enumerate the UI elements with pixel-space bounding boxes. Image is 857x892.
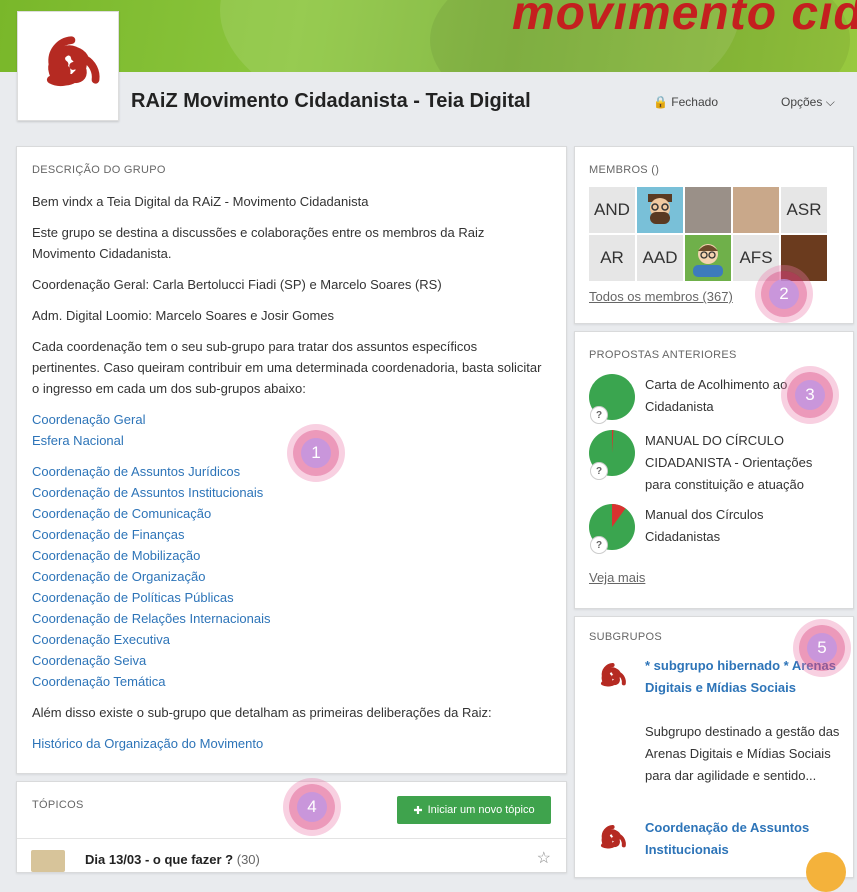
subgroup-link[interactable]: Coordenação Temática bbox=[32, 671, 542, 692]
topic-comment-count: (30) bbox=[236, 852, 260, 867]
lock-icon: 🔒 bbox=[653, 95, 668, 109]
annotation-marker-partial bbox=[806, 852, 846, 892]
subgroup-link[interactable]: Coordenação de Relações Internacionais bbox=[32, 608, 542, 629]
description-heading: DESCRIÇÃO DO GRUPO bbox=[32, 164, 166, 176]
see-more-link[interactable]: Veja mais bbox=[589, 570, 645, 585]
new-topic-label: Iniciar um novo tópico bbox=[427, 804, 535, 816]
group-description-card: DESCRIÇÃO DO GRUPO Bem vindx a Teia Digi… bbox=[16, 146, 567, 774]
annotation-marker: 5 bbox=[799, 625, 845, 671]
proposal-title[interactable]: MANUAL DO CÍRCULO CIDADANISTA - Orientaç… bbox=[645, 430, 835, 496]
subgroup-link[interactable]: Coordenação de Organização bbox=[32, 566, 542, 587]
topics-heading: TÓPICOS bbox=[32, 799, 84, 811]
subgroup-link[interactable]: Coordenação de Políticas Públicas bbox=[32, 587, 542, 608]
members-heading: MEMBROS () bbox=[589, 164, 660, 176]
description-paragraph: Este grupo se destina a discussões e col… bbox=[32, 225, 485, 261]
description-paragraph: Coordenação Geral: Carla Bertolucci Fiad… bbox=[32, 277, 442, 292]
description-paragraph: Bem vindx a Teia Digital da RAiZ - Movim… bbox=[32, 194, 369, 209]
avatar[interactable]: AND bbox=[589, 187, 635, 233]
avatar[interactable]: AAD bbox=[637, 235, 683, 281]
annotation-number: 3 bbox=[795, 380, 825, 410]
avatar[interactable] bbox=[685, 187, 731, 233]
chevron-down-icon: ⌵ bbox=[825, 95, 835, 109]
triskelion-logo-icon bbox=[601, 663, 626, 687]
group-cover-banner: movimento cid bbox=[0, 0, 857, 72]
avatar[interactable] bbox=[733, 187, 779, 233]
annotation-marker: 3 bbox=[787, 372, 833, 418]
member-avatar-grid: AND ASR AR AAD AFS bbox=[589, 187, 833, 281]
unknown-vote-badge: ? bbox=[590, 406, 608, 424]
annotation-marker: 4 bbox=[289, 784, 335, 830]
proposal-pie-chart: ? bbox=[589, 374, 635, 424]
proposal-title[interactable]: Manual dos Círculos Cidadanistas bbox=[645, 504, 835, 548]
annotation-number: 5 bbox=[807, 633, 837, 663]
topic-title-text: Dia 13/03 - o que fazer ? bbox=[85, 852, 234, 867]
members-card: MEMBROS () AND ASR AR AAD AFS Todos os m… bbox=[574, 146, 854, 324]
triskelion-logo-icon bbox=[46, 36, 100, 87]
plus-icon: ✚ bbox=[413, 804, 423, 817]
avatar[interactable] bbox=[685, 235, 731, 281]
new-topic-button[interactable]: ✚ Iniciar um novo tópico bbox=[397, 796, 551, 824]
annotation-marker: 1 bbox=[293, 430, 339, 476]
subgroup-link[interactable]: Coordenação de Assuntos Jurídicos bbox=[32, 461, 542, 482]
subgroup-link[interactable]: Coordenação de Mobilização bbox=[32, 545, 542, 566]
avatar[interactable]: AR bbox=[589, 235, 635, 281]
proposal-pie-chart: ? bbox=[589, 430, 635, 480]
proposal-item[interactable]: ? Manual dos Círculos Cidadanistas bbox=[589, 504, 839, 574]
bearded-man-avatar-icon bbox=[648, 194, 672, 224]
group-logo[interactable] bbox=[17, 11, 119, 121]
topic-row[interactable]: Dia 13/03 - o que fazer ? (30) ☆ bbox=[31, 848, 551, 872]
subgroup-name[interactable]: Coordenação de Assuntos Institucionais bbox=[645, 817, 841, 861]
annotation-number: 2 bbox=[769, 279, 799, 309]
group-title: RAiZ Movimento Cidadanista - Teia Digita… bbox=[131, 90, 531, 112]
star-icon[interactable]: ☆ bbox=[537, 848, 551, 868]
subgroup-link[interactable]: Coordenação de Comunicação bbox=[32, 503, 542, 524]
subgroups-heading: SUBGRUPOS bbox=[589, 631, 662, 643]
topic-title[interactable]: Dia 13/03 - o que fazer ? (30) bbox=[85, 852, 260, 867]
subgroup-link[interactable]: Coordenação Geral bbox=[32, 409, 542, 430]
annotation-number: 1 bbox=[301, 438, 331, 468]
proposal-item[interactable]: ? MANUAL DO CÍRCULO CIDADANISTA - Orient… bbox=[589, 430, 839, 500]
topic-thumbnail bbox=[31, 850, 65, 872]
glasses-man-avatar-icon bbox=[693, 244, 723, 277]
proposal-pie-chart: ? bbox=[589, 504, 635, 554]
subgroup-link[interactable]: Coordenação Executiva bbox=[32, 629, 542, 650]
divider bbox=[17, 838, 566, 839]
banner-text: movimento cid bbox=[512, 0, 857, 40]
subgroup-link[interactable]: Coordenação de Finanças bbox=[32, 524, 542, 545]
all-members-link[interactable]: Todos os membros (367) bbox=[589, 289, 733, 304]
subgroup-logo bbox=[589, 817, 633, 861]
description-paragraph: Adm. Digital Loomio: Marcelo Soares e Jo… bbox=[32, 308, 335, 323]
annotation-marker: 2 bbox=[761, 271, 807, 317]
history-link[interactable]: Histórico da Organização do Movimento bbox=[32, 733, 542, 754]
subgroup-link[interactable]: Coordenação Seiva bbox=[32, 650, 542, 671]
subgroup-link[interactable]: Coordenação de Assuntos Institucionais bbox=[32, 482, 542, 503]
subgroup-logo bbox=[589, 655, 633, 699]
description-paragraph: Cada coordenação tem o seu sub-grupo par… bbox=[32, 339, 542, 396]
privacy-status[interactable]: 🔒 Fechado bbox=[653, 95, 718, 109]
triskelion-logo-icon bbox=[601, 825, 626, 849]
subgroup-link[interactable]: Esfera Nacional bbox=[32, 430, 542, 451]
description-paragraph: Além disso existe o sub-grupo que detalh… bbox=[32, 705, 492, 720]
options-label: Opções bbox=[781, 95, 823, 109]
avatar[interactable] bbox=[637, 187, 683, 233]
unknown-vote-badge: ? bbox=[590, 462, 608, 480]
options-dropdown[interactable]: Opções ⌵ bbox=[781, 95, 835, 110]
proposals-heading: PROPOSTAS ANTERIORES bbox=[589, 349, 737, 361]
annotation-number: 4 bbox=[297, 792, 327, 822]
subgroup-description: Subgrupo destinado a gestão das Arenas D… bbox=[645, 724, 840, 783]
avatar[interactable]: ASR bbox=[781, 187, 827, 233]
unknown-vote-badge: ? bbox=[590, 536, 608, 554]
privacy-label: Fechado bbox=[671, 95, 718, 109]
